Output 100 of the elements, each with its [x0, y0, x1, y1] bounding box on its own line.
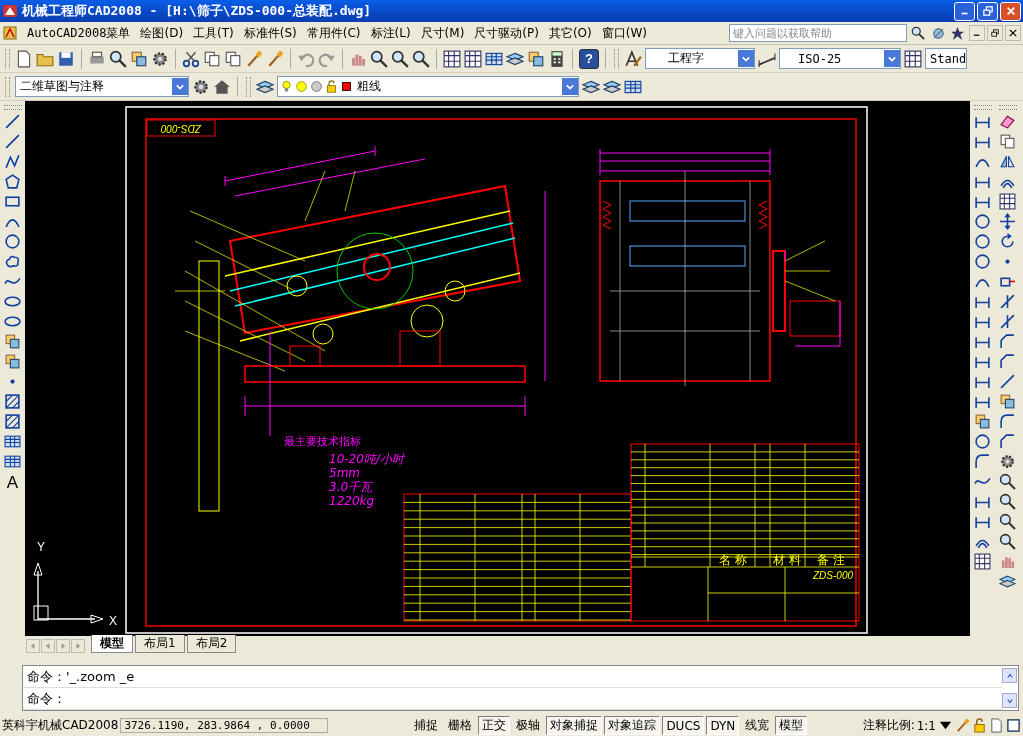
- polygon-icon[interactable]: [4, 173, 21, 190]
- menu-item[interactable]: 其它(O): [543, 24, 597, 42]
- polyline-icon[interactable]: [4, 153, 21, 170]
- brush-icon[interactable]: [245, 49, 263, 68]
- copy-icon[interactable]: [203, 49, 221, 68]
- window-icon[interactable]: [1006, 718, 1021, 733]
- grid-icon[interactable]: [999, 193, 1016, 210]
- drafting-toggle-button[interactable]: DYN: [706, 716, 740, 735]
- restore-button[interactable]: [987, 25, 1003, 41]
- menu-item[interactable]: 绘图(D): [135, 24, 189, 42]
- text-tool-button[interactable]: A: [2, 473, 23, 493]
- circle-icon[interactable]: [974, 213, 991, 230]
- copy-icon[interactable]: [999, 133, 1016, 150]
- dimension-style-dropdown[interactable]: ISO-25: [779, 48, 901, 69]
- save-icon[interactable]: [57, 49, 75, 68]
- ellipse-icon[interactable]: [4, 313, 21, 330]
- ellipse-icon[interactable]: [4, 293, 21, 310]
- command-prompt[interactable]: 命令：: [23, 688, 1002, 710]
- trim-icon[interactable]: [999, 313, 1016, 330]
- chamfer-icon[interactable]: [999, 353, 1016, 370]
- table-style-icon[interactable]: [904, 49, 922, 68]
- close-button[interactable]: [1005, 25, 1021, 41]
- hatch-icon[interactable]: [4, 413, 21, 430]
- layers-icon[interactable]: [999, 573, 1016, 590]
- grid-icon[interactable]: [974, 553, 991, 570]
- table-icon[interactable]: [4, 453, 21, 470]
- help-search-field[interactable]: 键入问题以获取帮助: [729, 24, 907, 42]
- brush-icon[interactable]: [266, 49, 284, 68]
- chamfer-icon[interactable]: [999, 433, 1016, 450]
- scissors-icon[interactable]: [182, 49, 200, 68]
- star-icon[interactable]: [950, 25, 965, 41]
- gear-icon[interactable]: [192, 77, 210, 96]
- lightbulb-icon[interactable]: [280, 80, 293, 93]
- calculator-icon[interactable]: [548, 49, 566, 68]
- move-icon[interactable]: [999, 213, 1016, 230]
- menu-item[interactable]: 尺寸驱动(P): [469, 24, 544, 42]
- layout-tab[interactable]: 模型: [91, 635, 133, 653]
- layer-dropdown[interactable]: 粗线: [277, 76, 579, 97]
- scroll-down-button[interactable]: [1002, 693, 1017, 708]
- drafting-toggle-button[interactable]: 对象追踪: [604, 716, 661, 735]
- trim-icon[interactable]: [999, 293, 1016, 310]
- chamfer-icon[interactable]: [999, 333, 1016, 350]
- gear-icon[interactable]: [999, 453, 1016, 470]
- block-icon[interactable]: [527, 49, 545, 68]
- fillet-icon[interactable]: [999, 413, 1016, 430]
- menu-item[interactable]: 窗口(W): [596, 24, 652, 42]
- line-icon[interactable]: [4, 113, 21, 130]
- brush-icon[interactable]: [955, 718, 970, 733]
- table-style-dropdown[interactable]: Stand: [925, 48, 967, 69]
- magnifier-icon[interactable]: [370, 49, 388, 68]
- magnifier-icon[interactable]: [412, 49, 430, 68]
- magnifier-icon[interactable]: [391, 49, 409, 68]
- line-icon[interactable]: [4, 133, 21, 150]
- sun-icon[interactable]: [310, 80, 323, 93]
- workspace-dropdown[interactable]: 二维草图与注释: [15, 76, 189, 97]
- magnifier-icon[interactable]: [999, 513, 1016, 530]
- rotate-icon[interactable]: [999, 233, 1016, 250]
- circle-icon[interactable]: [4, 233, 21, 250]
- drafting-toggle-button[interactable]: 对象捕捉: [546, 716, 603, 735]
- menu-item[interactable]: 常用件(C): [301, 24, 366, 42]
- magnifier-icon[interactable]: [999, 493, 1016, 510]
- menu-item[interactable]: 标准件(S): [238, 24, 302, 42]
- copy-icon[interactable]: [224, 49, 242, 68]
- gear-icon[interactable]: [151, 49, 169, 68]
- menu-item[interactable]: 工具(T): [188, 24, 239, 42]
- menu-item[interactable]: 尺寸(M): [415, 24, 470, 42]
- block-icon[interactable]: [999, 393, 1016, 410]
- menu-item[interactable]: AutoCAD2008菜单: [22, 24, 136, 42]
- block-icon[interactable]: [974, 413, 991, 430]
- block-icon[interactable]: [4, 353, 21, 370]
- grid-icon[interactable]: [464, 49, 482, 68]
- circle-icon[interactable]: [974, 233, 991, 250]
- padlock-icon[interactable]: [325, 80, 338, 93]
- circle-icon[interactable]: [974, 433, 991, 450]
- block-icon[interactable]: [4, 333, 21, 350]
- scroll-up-button[interactable]: [1002, 668, 1017, 683]
- magnifier-icon[interactable]: [999, 473, 1016, 490]
- rectangle-icon[interactable]: [4, 193, 21, 210]
- layout-tab[interactable]: 布局2: [186, 635, 237, 653]
- drawing-canvas[interactable]: ZDS-000 名 称 材 料 备 注 ZDS-000 最主要技术指标 10-20吨/小时 5mm 3.0千瓦 1220kg Y X: [25, 101, 970, 636]
- menu-item[interactable]: 标注(L): [365, 24, 416, 42]
- drafting-toggle-button[interactable]: 正交: [478, 716, 511, 735]
- document-icon[interactable]: [15, 49, 33, 68]
- drafting-toggle-button[interactable]: DUCS: [662, 716, 705, 735]
- drafting-toggle-button[interactable]: 模型: [775, 716, 808, 735]
- fillet-icon[interactable]: [974, 453, 991, 470]
- grid-icon[interactable]: [443, 49, 461, 68]
- document-icon[interactable]: [989, 718, 1004, 733]
- help-button[interactable]: ?: [579, 48, 599, 69]
- hatch-icon[interactable]: [4, 393, 21, 410]
- text-style-icon[interactable]: [624, 49, 642, 68]
- line-icon[interactable]: [999, 373, 1016, 390]
- layout-tab[interactable]: 布局1: [135, 635, 185, 653]
- magnifier-icon[interactable]: [999, 533, 1016, 550]
- magnifier-icon[interactable]: [109, 49, 127, 68]
- annotation-scale-dropdown[interactable]: 1:1: [916, 718, 936, 733]
- mirror-icon[interactable]: [999, 153, 1016, 170]
- text-style-dropdown[interactable]: 工程字: [645, 48, 755, 69]
- cloud-icon[interactable]: [4, 253, 21, 270]
- padlock-icon[interactable]: [972, 718, 987, 733]
